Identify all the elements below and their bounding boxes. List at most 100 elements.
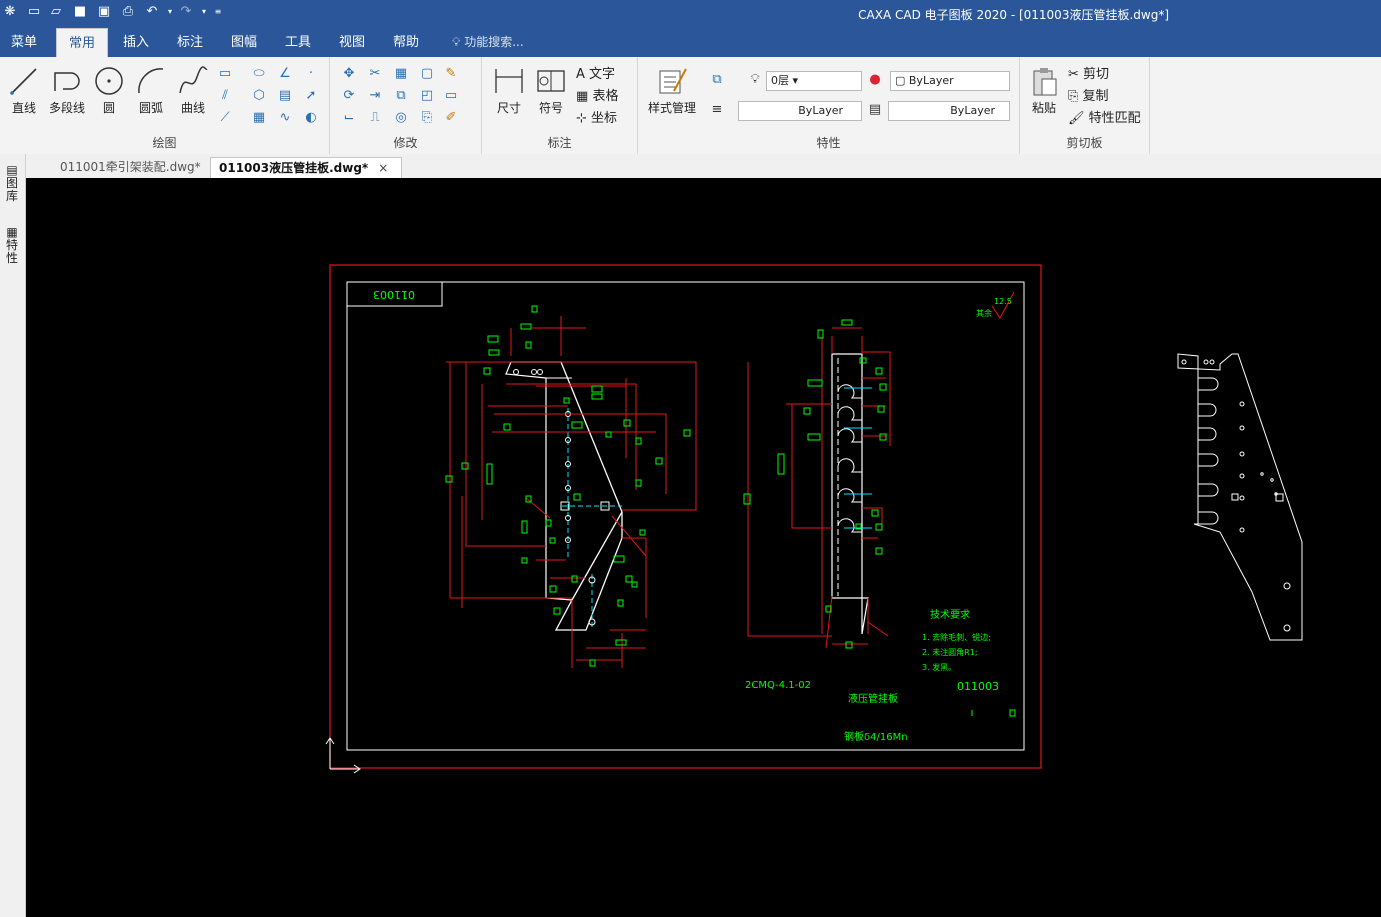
tab-insert[interactable]: 插入: [114, 28, 158, 57]
ribbon-tab-bar: 菜单 常用 插入 标注 图幅 工具 视图 帮助 💡︎ 功能搜索...: [0, 28, 1381, 57]
save-icon[interactable]: ■: [72, 4, 88, 20]
layer-manager-icon[interactable]: ⧉: [708, 71, 726, 89]
curve-label: 曲线: [180, 101, 205, 115]
mirror-icon[interactable]: ⧉: [392, 87, 410, 105]
polyline-button[interactable]: 多段线: [44, 65, 90, 116]
group-annotate-label: 标注: [547, 136, 572, 150]
drawing-canvas[interactable]: 011003 12.5 其余 技术要求 1. 去除毛刺、锐边; 2. 未注圆角R…: [26, 178, 1381, 917]
arc-label: 圆弧: [138, 101, 163, 115]
doc-tab-1[interactable]: 011001牵引架装配.dwg*: [52, 157, 206, 178]
table-button[interactable]: ▦ 表格: [576, 85, 618, 104]
color-dropdown[interactable]: ▢ ByLayer: [890, 71, 1010, 91]
tab-menu[interactable]: 菜单: [0, 28, 48, 57]
scale-icon[interactable]: ◰: [418, 87, 436, 105]
function-search[interactable]: 💡︎ 功能搜索...: [452, 28, 524, 57]
lineweight-value: ByLayer: [950, 104, 995, 117]
open-file-icon[interactable]: ▱: [48, 4, 64, 20]
layer-dropdown[interactable]: 0层 ▾: [766, 71, 862, 91]
copy-button[interactable]: ⎘ 复制: [1068, 85, 1109, 104]
break-icon[interactable]: ⎍: [366, 109, 384, 127]
extend-icon[interactable]: ⇥: [366, 87, 384, 105]
spline-icon[interactable]: ∿: [276, 109, 294, 127]
undo-icon[interactable]: ↶: [144, 4, 160, 20]
code-box-text: 011003: [373, 288, 415, 301]
paste-icon: [1033, 68, 1057, 96]
line-button[interactable]: 直线: [6, 65, 42, 116]
doc-tab-2[interactable]: 011003液压管挂板.dwg* ×: [210, 157, 402, 178]
redo-icon[interactable]: ↷: [178, 4, 194, 20]
material: 钢板δ4/16Mn: [844, 730, 908, 743]
close-tab-icon[interactable]: ×: [378, 161, 388, 175]
tab-annotate[interactable]: 标注: [168, 28, 212, 57]
new-file-icon[interactable]: ▭: [26, 4, 42, 20]
text-button[interactable]: A 文字: [576, 63, 615, 82]
match-properties-button[interactable]: 🖌︎ 特性匹配: [1068, 107, 1141, 126]
parallel-line-icon[interactable]: ⫽: [216, 87, 234, 105]
tab-common[interactable]: 常用: [56, 28, 108, 57]
point-icon[interactable]: ·: [302, 65, 320, 83]
edit-icon[interactable]: ✐: [442, 109, 460, 127]
scissors-icon: ✂: [1068, 67, 1079, 82]
tab-sheet[interactable]: 图幅: [222, 28, 266, 57]
trim-icon[interactable]: ✂: [366, 65, 384, 83]
library-panel-tab[interactable]: ▤ 图库: [4, 164, 20, 203]
print-icon[interactable]: ⎙: [120, 4, 136, 20]
rectangle-icon[interactable]: ▭: [216, 65, 234, 83]
circle-button[interactable]: 圆: [92, 65, 126, 116]
dimension-button[interactable]: 尺寸: [490, 65, 528, 116]
cut-label: 剪切: [1083, 67, 1110, 82]
save-all-icon[interactable]: ▣: [96, 4, 112, 20]
brush-icon: 🖌︎: [1068, 111, 1085, 126]
arrow-icon[interactable]: ➚: [302, 87, 320, 105]
text-icon: A: [576, 67, 585, 82]
tech-item-3: 3. 发黑。: [922, 662, 956, 672]
drawing-svg[interactable]: 011003 12.5 其余 技术要求 1. 去除毛刺、锐边; 2. 未注圆角R…: [26, 178, 1381, 917]
cut-button[interactable]: ✂ 剪切: [1068, 63, 1109, 82]
erase-icon[interactable]: ✎: [442, 65, 460, 83]
linetype-icon[interactable]: ≡: [708, 101, 726, 119]
stretch-icon[interactable]: ▭: [442, 87, 460, 105]
coordinate-label: 坐标: [591, 111, 618, 126]
curve-icon: [179, 66, 208, 94]
arc-button[interactable]: 圆弧: [132, 65, 170, 116]
centerline-icon[interactable]: ⟋: [216, 109, 234, 127]
tab-tools[interactable]: 工具: [276, 28, 320, 57]
title-block-marker: [1009, 709, 1016, 717]
polygon-icon[interactable]: ⬡: [250, 87, 268, 105]
tab-help[interactable]: 帮助: [384, 28, 428, 57]
customize-toolbar-icon[interactable]: ≡: [210, 4, 226, 20]
curve-button[interactable]: 曲线: [174, 65, 212, 116]
explode-icon[interactable]: ⎘: [418, 109, 436, 127]
paste-button[interactable]: 粘贴: [1026, 65, 1062, 116]
lineweight-dropdown[interactable]: ByLayer: [888, 101, 1010, 121]
offset-icon[interactable]: ▢: [418, 65, 436, 83]
lightbulb-icon: 💡︎: [452, 35, 461, 49]
linetype-dropdown[interactable]: ByLayer: [738, 101, 862, 121]
app-icon[interactable]: ❋: [2, 4, 18, 20]
array-icon[interactable]: ▦: [392, 65, 410, 83]
project-code: 2CMQ-4.1-02: [745, 680, 811, 691]
ellipse-icon[interactable]: ⬭: [250, 65, 268, 83]
ribbon: 直线 多段线 圆 圆弧 曲线 ▭ ⬭ ∠ · ⫽ ⬡ ▤ ➚ ⟋ ▦ ∿ ◐ 绘…: [0, 57, 1381, 155]
rotate-icon[interactable]: ⟳: [340, 87, 358, 105]
fillet-icon[interactable]: ◎: [392, 109, 410, 127]
region-icon[interactable]: ◐: [302, 109, 320, 127]
coordinate-button[interactable]: ⊹ 坐标: [576, 107, 617, 126]
symbol-button[interactable]: 符号: [532, 65, 570, 116]
color-wheel-icon[interactable]: ●: [866, 71, 884, 89]
move-icon[interactable]: ✥: [340, 65, 358, 83]
roughness-value: 12.5: [994, 297, 1012, 306]
copy-label: 复制: [1082, 89, 1109, 104]
style-manager-button[interactable]: 样式管理: [644, 65, 700, 116]
properties-panel-tab[interactable]: ▦ 特性: [4, 226, 20, 265]
chamfer-icon[interactable]: ⌙: [340, 109, 358, 127]
library-panel-label: 图库: [5, 176, 18, 203]
coordinate-icon: ⊹: [576, 111, 587, 126]
hatch-icon[interactable]: ▤: [276, 87, 294, 105]
lineweight-icon[interactable]: ▤: [866, 101, 884, 119]
match-properties-label: 特性匹配: [1088, 111, 1141, 126]
angle-icon[interactable]: ∠: [276, 65, 294, 83]
tab-view[interactable]: 视图: [330, 28, 374, 57]
block-icon[interactable]: ▦: [250, 109, 268, 127]
undo-dropdown-icon[interactable]: ▾: [162, 4, 178, 20]
